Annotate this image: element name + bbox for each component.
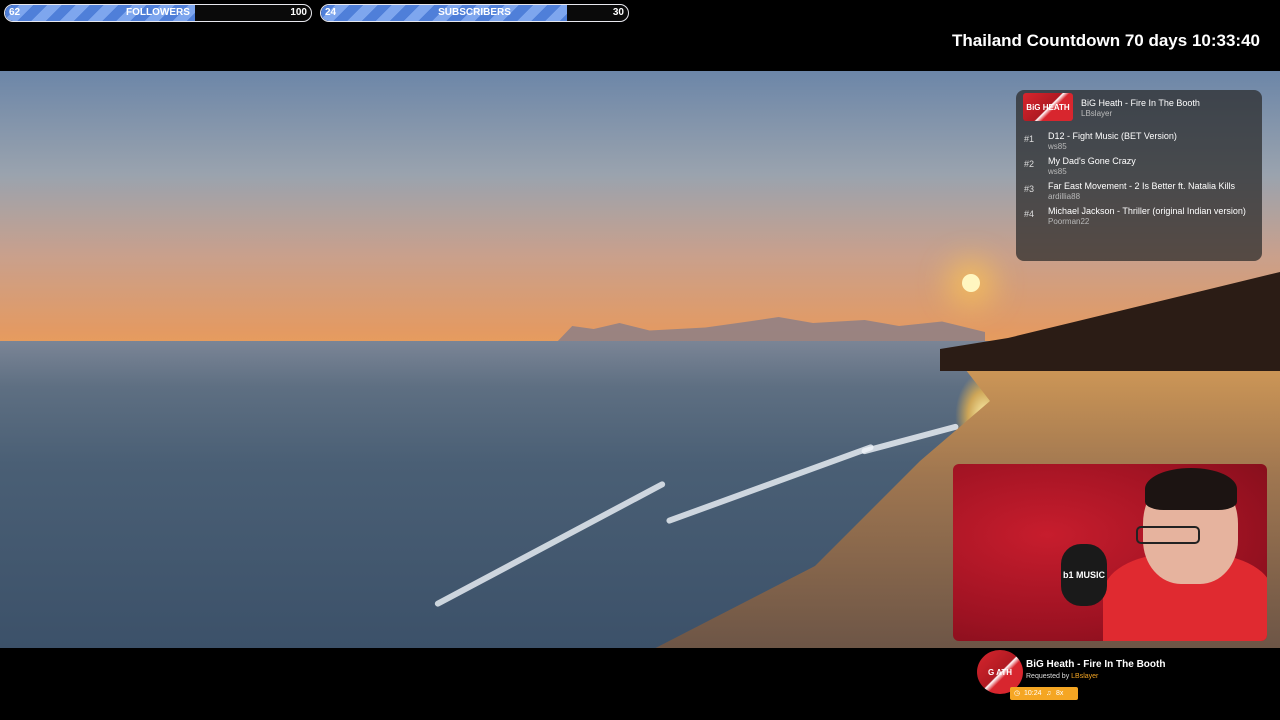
- queue-item: #1 D12 - Fight Music (BET Version) ws85: [1024, 131, 1256, 153]
- person-hair: [1145, 468, 1237, 510]
- requested-prefix: Requested by: [1026, 673, 1070, 680]
- queue-item-title: Far East Movement - 2 Is Better ft. Nata…: [1048, 181, 1236, 191]
- music-note-icon: ♫: [1046, 690, 1052, 697]
- requested-user: LBslayer: [1071, 673, 1099, 680]
- queue-item-number: #2: [1024, 159, 1035, 169]
- queue-item-number: #3: [1024, 184, 1035, 194]
- queue-item-number: #1: [1024, 134, 1035, 144]
- queue-item-title: D12 - Fight Music (BET Version): [1048, 131, 1177, 141]
- clock-icon: ◷: [1014, 690, 1021, 697]
- webcam-feed: b1 MUSIC: [953, 464, 1267, 641]
- queue-item: #3 Far East Movement - 2 Is Better ft. N…: [1024, 181, 1256, 203]
- subscribers-label: SUBSCRIBERS: [438, 7, 511, 18]
- queue-item-number: #4: [1024, 209, 1035, 219]
- followers-target: 100: [290, 7, 307, 18]
- now-playing-time: 10:24: [1024, 690, 1042, 697]
- distant-mountains: [555, 317, 985, 344]
- queue-item: #4 Michael Jackson - Thriller (original …: [1024, 206, 1256, 228]
- subscribers-target: 30: [612, 7, 624, 18]
- followers-goal-bar: 62 FOLLOWERS 100: [4, 4, 312, 22]
- glasses: [1136, 526, 1200, 544]
- now-playing-title: BiG Heath - Fire In The Booth: [1026, 659, 1166, 670]
- followers-label: FOLLOWERS: [126, 7, 190, 18]
- queue-now-album-art: BiG HEATH: [1023, 93, 1073, 121]
- queue-item-user: ws85: [1048, 142, 1067, 151]
- queue-item-user: Poorman22: [1048, 217, 1090, 226]
- queue-now-user: LBslayer: [1081, 109, 1113, 118]
- queue-now-title: BiG Heath - Fire In The Booth: [1081, 98, 1200, 108]
- now-playing-badge: ◷ 10:24 ♫ 8x: [1010, 687, 1078, 700]
- queue-item-user: ardillia88: [1048, 192, 1081, 201]
- subscribers-goal-bar: 24 SUBSCRIBERS 30: [320, 4, 629, 22]
- microphone-icon: b1 MUSIC: [1061, 544, 1107, 606]
- queue-item-user: ws85: [1048, 167, 1067, 176]
- now-playing-plays: 8x: [1056, 690, 1064, 697]
- song-queue-panel: BiG HEATH BiG Heath - Fire In The Booth …: [1016, 90, 1262, 261]
- sun: [962, 274, 980, 292]
- countdown-text: Thailand Countdown 70 days 10:33:40: [952, 31, 1260, 50]
- coastal-hill: [940, 272, 1280, 371]
- now-playing-requested-by: Requested by LBslayer: [1026, 673, 1098, 680]
- queue-item: #2 My Dad's Gone Crazy ws85: [1024, 156, 1256, 178]
- queue-item-title: My Dad's Gone Crazy: [1048, 156, 1136, 166]
- queue-item-title: Michael Jackson - Thriller (original Ind…: [1048, 206, 1246, 216]
